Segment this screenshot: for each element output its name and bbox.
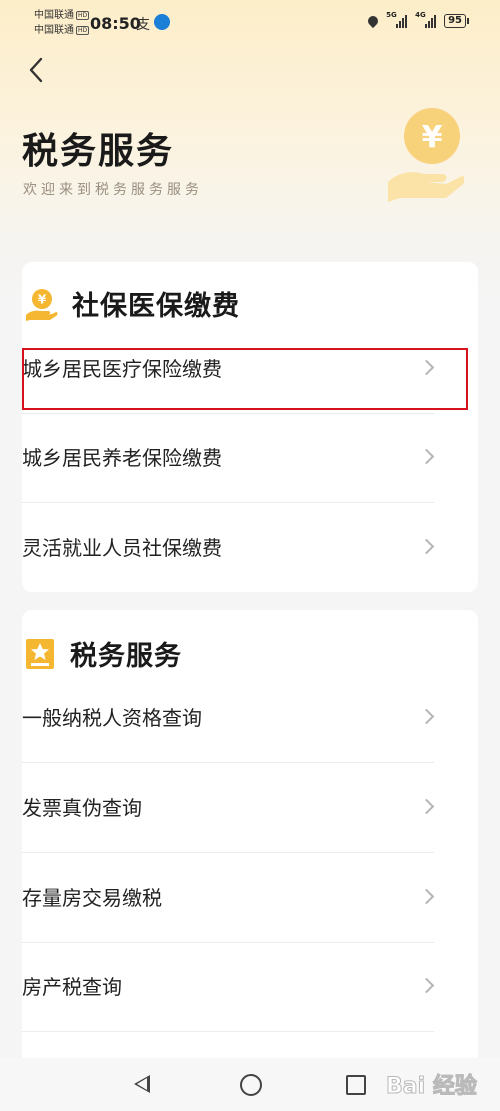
chevron-right-icon — [418, 977, 435, 994]
chevron-right-icon — [418, 708, 435, 725]
chevron-right-icon — [418, 448, 435, 465]
status-bar: 中国联通 HD 中国联通 HD 08:50 支 5G 4G 95 — [0, 0, 500, 46]
nav-back-icon[interactable] — [134, 1075, 150, 1093]
page-subtitle: 欢迎来到税务服务服务 — [23, 182, 203, 198]
star-badge-icon — [26, 638, 54, 669]
list-item-label: 城乡居民养老保险缴费 — [22, 446, 222, 470]
list-item-taxpayer-qualification[interactable]: 一般纳税人资格查询 — [22, 673, 435, 763]
battery-icon: 95 — [444, 14, 469, 28]
app-notification-icon — [154, 14, 170, 30]
coin-hand-icon: ¥ — [26, 288, 58, 321]
list-item-label: 房产税查询 — [22, 975, 122, 999]
signal-5g-icon: 5G — [386, 11, 408, 28]
svg-text:¥: ¥ — [422, 120, 443, 155]
nav-recent-apps-icon[interactable] — [346, 1075, 366, 1095]
divider — [22, 1031, 434, 1032]
back-button[interactable] — [24, 56, 52, 84]
watermark: Bai 经验 — [386, 1074, 478, 1100]
yuan-hand-icon: ¥ — [388, 108, 464, 202]
chevron-right-icon — [418, 359, 435, 376]
list-item-invoice-verification[interactable]: 发票真伪查询 — [22, 763, 435, 853]
list-item-housing-transaction-tax[interactable]: 存量房交易缴税 — [22, 853, 435, 943]
chevron-right-icon — [418, 888, 435, 905]
status-right-group: 5G 4G 95 — [366, 11, 469, 29]
list-item-label: 发票真伪查询 — [22, 796, 142, 820]
list-item-label: 城乡居民医疗保险缴费 — [22, 357, 222, 381]
location-icon — [366, 13, 381, 29]
divider — [22, 413, 434, 414]
page-title: 税务服务 — [22, 131, 175, 172]
carrier-label-1: 中国联通 HD — [34, 10, 90, 21]
svg-text:¥: ¥ — [38, 292, 47, 306]
chevron-right-icon — [418, 538, 435, 555]
list-item-medical-insurance[interactable]: 城乡居民医疗保险缴费 — [22, 324, 435, 414]
list-item-property-tax[interactable]: 房产税查询 — [22, 942, 435, 1032]
list-item-pension-insurance[interactable]: 城乡居民养老保险缴费 — [22, 413, 435, 503]
tax-services-header: 税务服务 — [24, 634, 182, 673]
section-title: 税务服务 — [70, 641, 182, 672]
signal-4g-icon: 4G — [415, 11, 437, 28]
list-item-label: 灵活就业人员社保缴费 — [22, 536, 222, 560]
social-insurance-header: ¥ 社保医保缴费 — [24, 284, 240, 323]
nav-home-icon[interactable] — [240, 1074, 262, 1096]
alipay-icon: 支 — [136, 17, 150, 33]
status-time: 08:50 — [90, 14, 141, 33]
carrier-label-2: 中国联通 HD — [34, 25, 90, 36]
list-item-label: 一般纳税人资格查询 — [22, 706, 202, 730]
chevron-right-icon — [418, 798, 435, 815]
list-item-flexible-employment[interactable]: 灵活就业人员社保缴费 — [22, 503, 435, 593]
chevron-left-icon — [29, 57, 43, 83]
section-title: 社保医保缴费 — [72, 291, 240, 322]
list-item-label: 存量房交易缴税 — [22, 886, 162, 910]
